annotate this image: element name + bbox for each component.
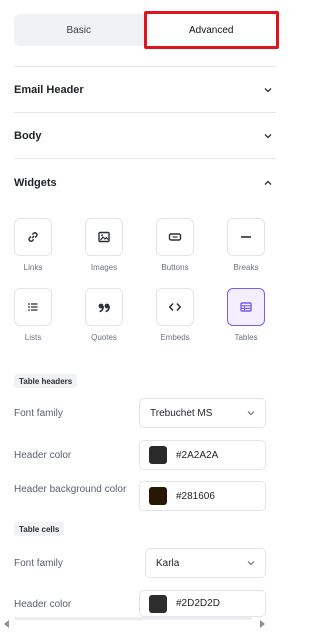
widget-label: Buttons <box>161 263 189 272</box>
widget-embeds[interactable]: Embeds <box>150 288 200 342</box>
chevron-down-icon <box>247 558 255 569</box>
chevron-down-icon <box>260 82 276 98</box>
color-swatch[interactable] <box>149 446 167 464</box>
widget-buttons[interactable]: Buttons <box>150 218 200 272</box>
widget-breaks[interactable]: Breaks <box>221 218 271 272</box>
table-cells-heading: Table cells <box>14 522 65 536</box>
widget-label: Lists <box>24 333 42 342</box>
font-family-select[interactable]: Karla <box>145 548 266 578</box>
table-icon <box>227 288 265 326</box>
section-email-header-label: Email Header <box>14 84 84 96</box>
font-family-value: Trebuchet MS <box>150 407 213 419</box>
embed-icon <box>156 288 194 326</box>
section-body-label: Body <box>14 130 42 142</box>
list-icon <box>14 288 52 326</box>
header-color-label: Header color <box>14 599 72 610</box>
widget-lists[interactable]: Lists <box>8 288 58 342</box>
tab-basic[interactable]: Basic <box>14 14 144 46</box>
widget-images[interactable]: Images <box>79 218 129 272</box>
chevron-down-icon <box>247 408 255 419</box>
header-color-field[interactable]: #2A2A2A <box>139 440 266 470</box>
widget-quotes[interactable]: Quotes <box>79 288 129 342</box>
font-family-label: Font family <box>14 558 63 569</box>
scroll-right-arrow-icon[interactable] <box>260 620 265 628</box>
widget-links[interactable]: Links <box>8 218 58 272</box>
header-color-field[interactable]: #2D2D2D <box>139 590 266 617</box>
tab-advanced[interactable]: Advanced <box>143 11 279 49</box>
image-icon <box>85 218 123 256</box>
widget-label: Quotes <box>91 333 117 342</box>
header-background-color-label: Header background color <box>14 484 127 495</box>
chevron-up-icon <box>260 175 276 191</box>
horizontal-scrollbar[interactable] <box>14 617 252 620</box>
color-swatch[interactable] <box>149 487 167 505</box>
widget-tables[interactable]: Tables <box>221 288 271 342</box>
mode-tabs: Basic Advanced <box>14 11 279 49</box>
section-body[interactable]: Body <box>14 124 276 148</box>
header-color-value: #2D2D2D <box>176 598 220 609</box>
widget-label: Images <box>90 263 118 272</box>
button-icon <box>156 218 194 256</box>
scroll-left-arrow-icon[interactable] <box>4 620 9 628</box>
link-icon <box>14 218 52 256</box>
style-settings-panel: Basic Advanced Email Header Body Widgets… <box>0 0 290 642</box>
font-family-value: Karla <box>156 557 180 569</box>
section-email-header[interactable]: Email Header <box>14 78 276 102</box>
divider <box>14 158 276 159</box>
quote-icon <box>85 288 123 326</box>
chevron-down-icon <box>260 128 276 144</box>
widget-label: Links <box>23 263 43 272</box>
font-family-label: Font family <box>14 408 63 419</box>
widget-label: Breaks <box>233 263 259 272</box>
header-color-value: #2A2A2A <box>176 449 219 461</box>
widget-label: Tables <box>234 333 258 342</box>
divider <box>14 66 276 67</box>
header-color-label: Header color <box>14 450 72 461</box>
table-headers-heading: Table headers <box>14 374 78 388</box>
section-widgets-label: Widgets <box>14 177 57 189</box>
section-widgets[interactable]: Widgets <box>14 171 276 195</box>
color-swatch[interactable] <box>149 594 167 613</box>
widget-label: Embeds <box>160 333 190 342</box>
break-icon <box>227 218 265 256</box>
header-background-color-field[interactable]: #281606 <box>139 481 266 511</box>
font-family-select[interactable]: Trebuchet MS <box>139 398 266 428</box>
divider <box>14 112 276 113</box>
header-background-color-value: #281606 <box>176 490 215 502</box>
